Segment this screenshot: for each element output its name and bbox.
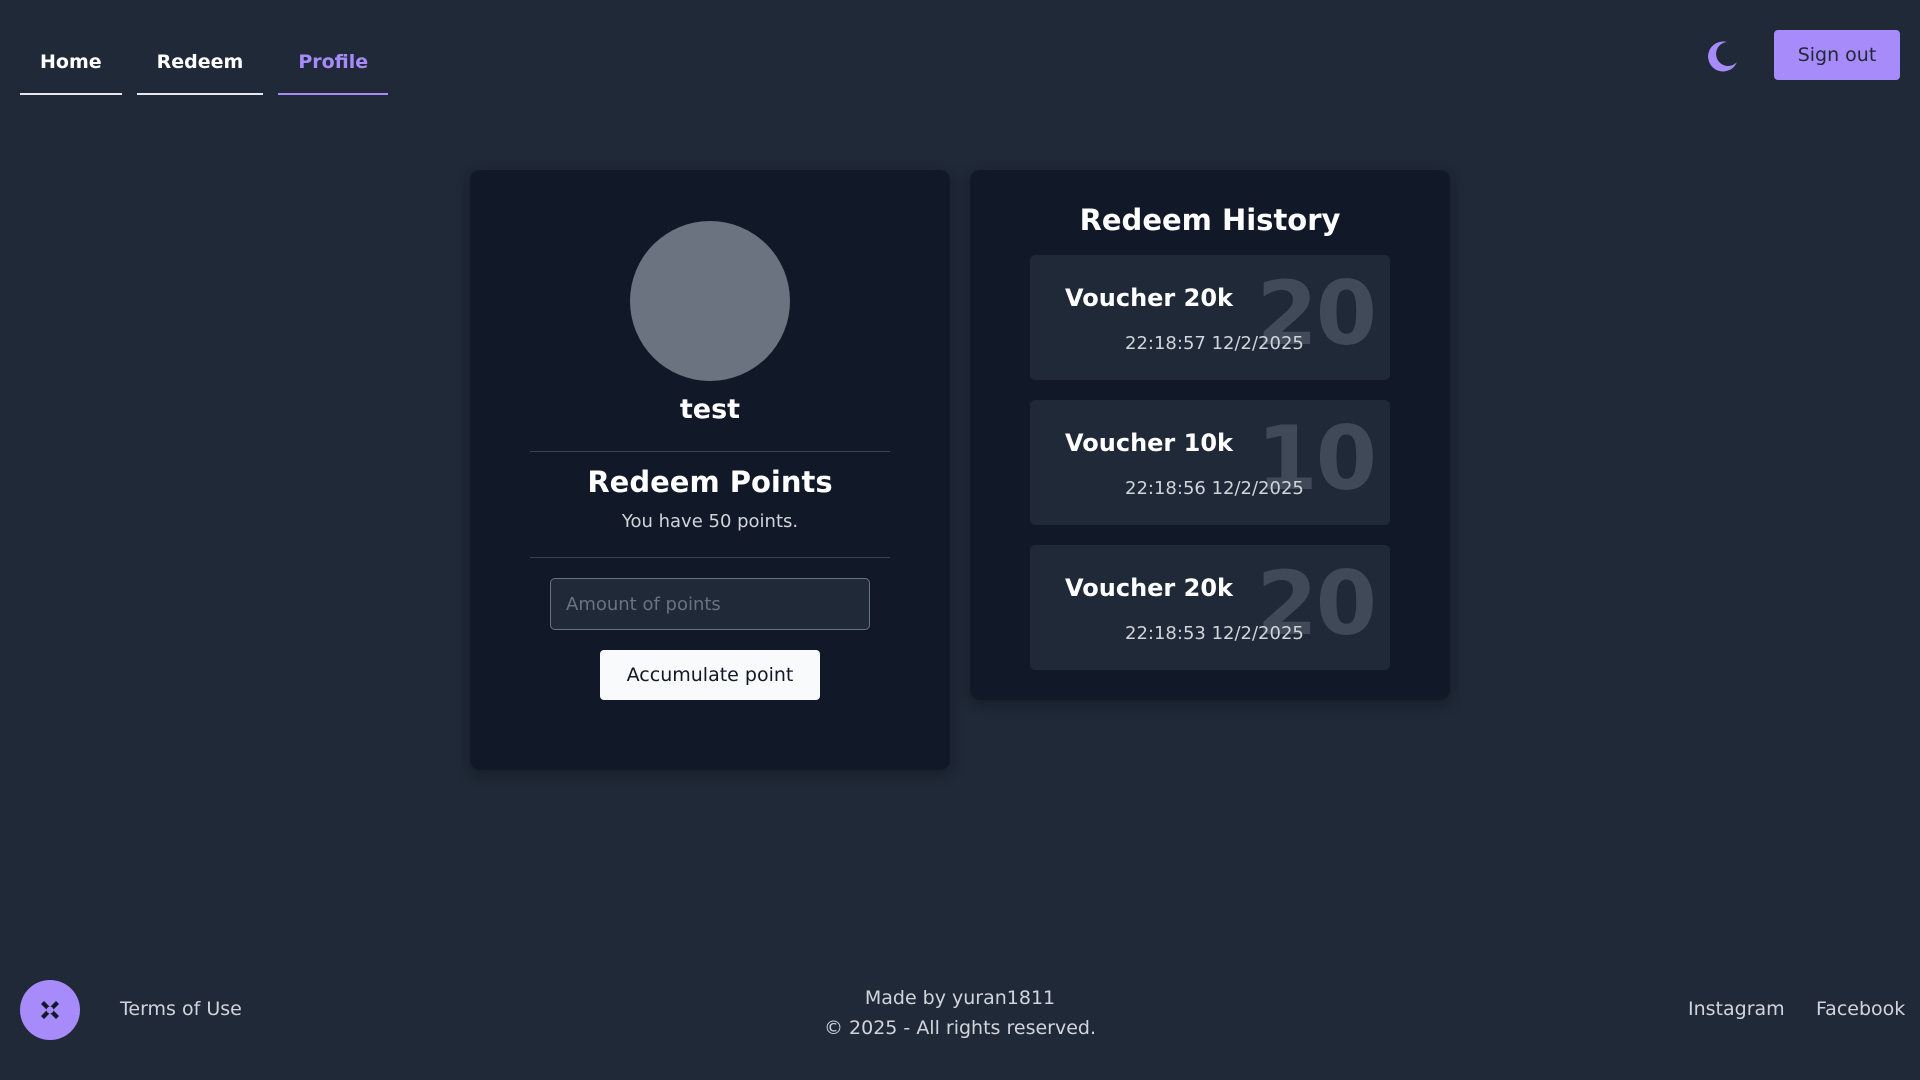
- sign-out-button[interactable]: Sign out: [1774, 30, 1900, 80]
- voucher-name: Voucher 10k: [1065, 429, 1233, 457]
- copyright-text: © 2025 - All rights reserved.: [823, 1017, 1097, 1039]
- redeem-points-title: Redeem Points: [587, 465, 833, 499]
- voucher-name: Voucher 20k: [1065, 284, 1233, 312]
- puzzle-logo-icon[interactable]: [20, 980, 80, 1040]
- redeem-history-title: Redeem History: [1079, 203, 1341, 237]
- avatar: [630, 221, 790, 381]
- username: test: [679, 394, 741, 425]
- top-navigation: Home Redeem Profile Sign out: [0, 0, 1920, 100]
- instagram-link[interactable]: Instagram: [1688, 998, 1785, 1020]
- tab-profile[interactable]: Profile: [278, 30, 389, 95]
- footer-credits: Made by yuran1811 © 2025 - All rights re…: [760, 983, 1160, 1043]
- voucher-timestamp: 22:18:57 12/2/2025: [1125, 333, 1304, 354]
- voucher-timestamp: 22:18:56 12/2/2025: [1125, 478, 1304, 499]
- points-balance-text: You have 50 points.: [621, 511, 799, 532]
- accumulate-point-button[interactable]: Accumulate point: [600, 650, 820, 700]
- history-item: Voucher 10k 22:18:56 12/2/2025 10: [1030, 400, 1390, 525]
- history-list: Voucher 20k 22:18:57 12/2/2025 20 Vouche…: [1030, 255, 1390, 690]
- voucher-name: Voucher 20k: [1065, 574, 1233, 602]
- amount-of-points-input[interactable]: [550, 578, 870, 630]
- terms-of-use-link[interactable]: Terms of Use: [120, 998, 242, 1020]
- nav-tabs: Home Redeem Profile: [20, 30, 389, 95]
- history-item: Voucher 20k 22:18:57 12/2/2025 20: [1030, 255, 1390, 380]
- moon-icon[interactable]: [1705, 38, 1741, 74]
- profile-card: test Redeem Points You have 50 points. A…: [470, 170, 950, 770]
- redeem-history-card: Redeem History Voucher 20k 22:18:57 12/2…: [970, 170, 1450, 700]
- divider: [530, 451, 890, 452]
- facebook-link[interactable]: Facebook: [1816, 998, 1905, 1020]
- made-by-text: Made by yuran1811: [864, 987, 1056, 1009]
- tab-redeem[interactable]: Redeem: [136, 30, 264, 95]
- tab-home[interactable]: Home: [20, 30, 122, 95]
- voucher-timestamp: 22:18:53 12/2/2025: [1125, 623, 1304, 644]
- divider: [530, 557, 890, 558]
- history-item: Voucher 20k 22:18:53 12/2/2025 20: [1030, 545, 1390, 670]
